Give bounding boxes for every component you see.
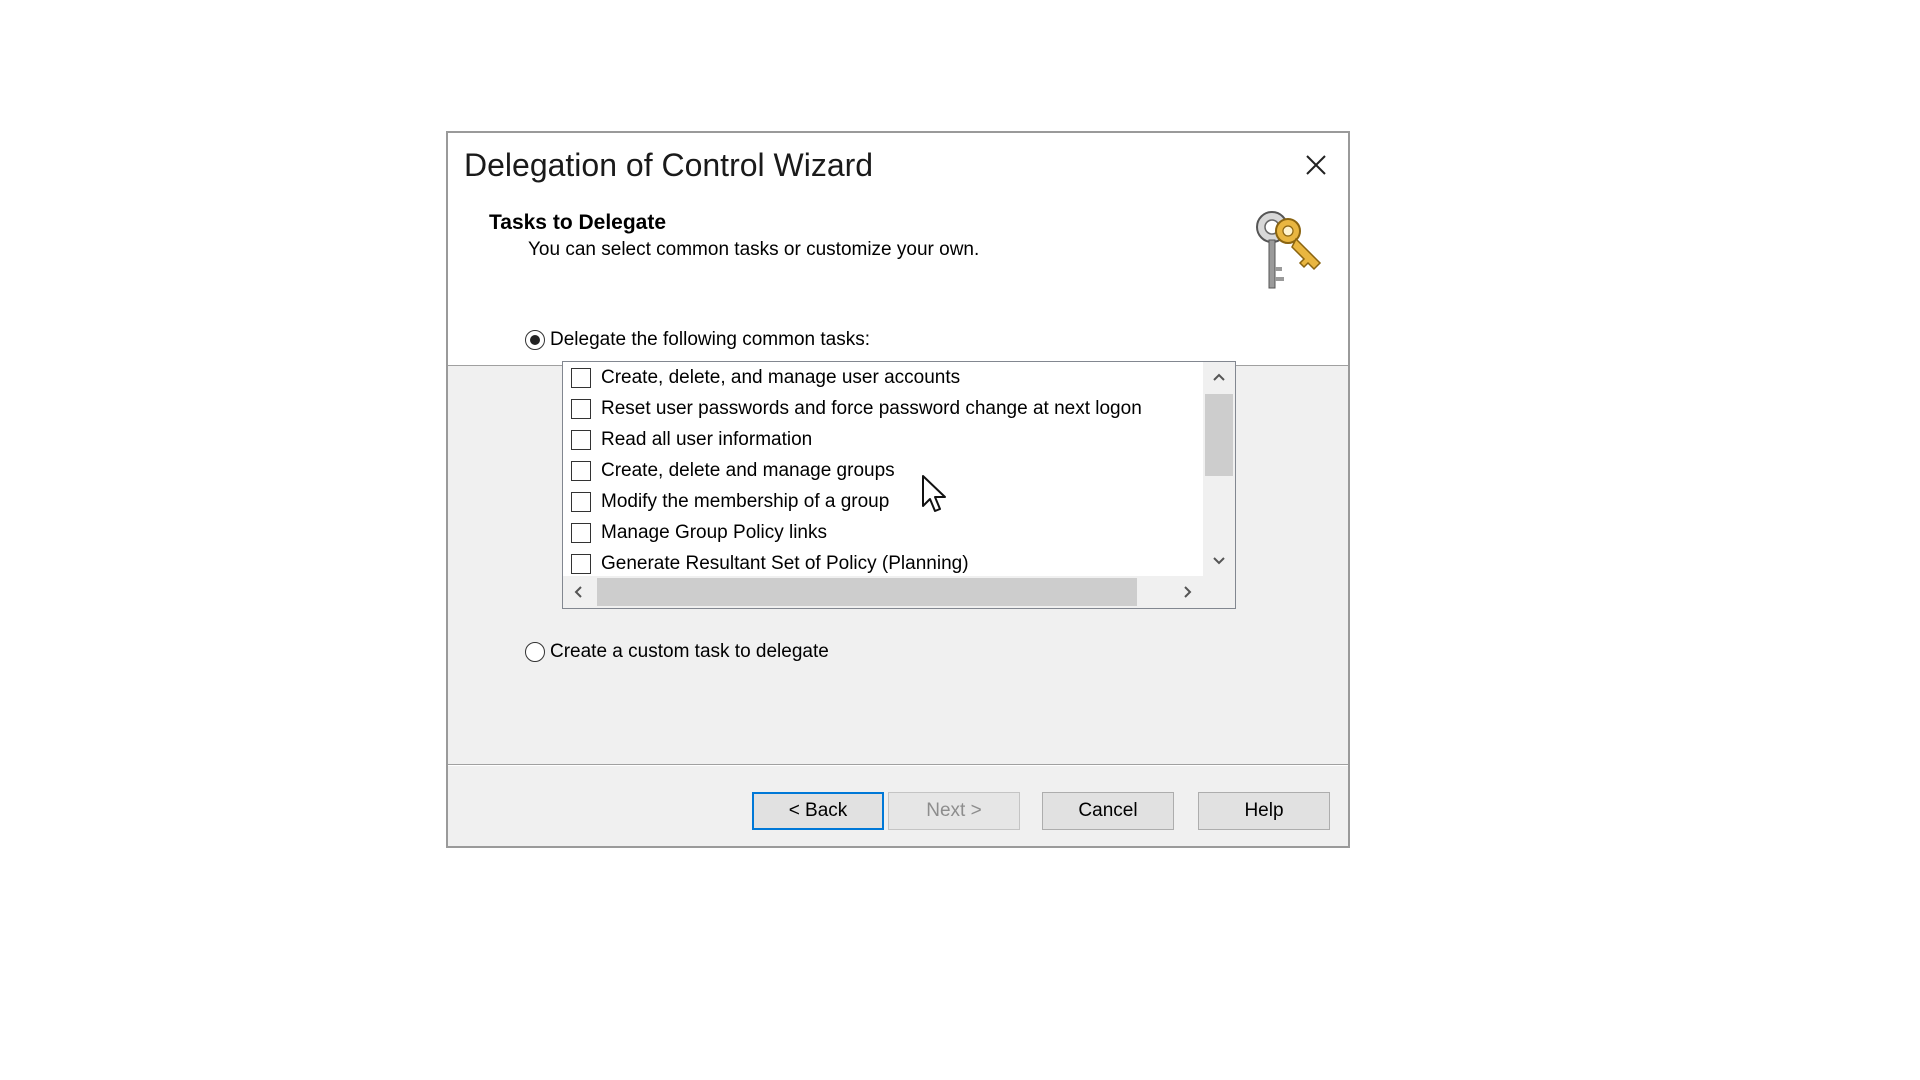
chevron-up-icon [1213, 373, 1225, 381]
task-label: Reset user passwords and force password … [601, 397, 1142, 419]
horizontal-scroll-thumb[interactable] [597, 578, 1137, 606]
task-item[interactable]: Modify the membership of a group [563, 486, 1203, 517]
chevron-right-icon [1184, 586, 1192, 598]
task-listbox[interactable]: Create, delete, and manage user accounts… [562, 361, 1236, 609]
task-checkbox[interactable] [571, 491, 591, 512]
task-label: Manage Group Policy links [601, 521, 827, 543]
close-icon [1306, 155, 1326, 175]
task-label: Generate Resultant Set of Policy (Planni… [601, 552, 969, 574]
scrollbar-corner [1203, 576, 1235, 608]
task-checkbox[interactable] [571, 367, 591, 388]
scroll-right-button[interactable] [1173, 576, 1203, 608]
radio-common-tasks-label: Delegate the following common tasks: [550, 329, 870, 350]
horizontal-scrollbar[interactable] [563, 576, 1203, 608]
scroll-left-button[interactable] [563, 576, 593, 608]
scroll-down-button[interactable] [1203, 546, 1235, 576]
task-item[interactable]: Create, delete, and manage user accounts [563, 362, 1203, 393]
task-checkbox[interactable] [571, 522, 591, 543]
page-title: Tasks to Delegate [489, 211, 667, 234]
radio-custom-task[interactable]: Create a custom task to delegate [525, 641, 829, 663]
wizard-dialog: Delegation of Control Wizard Tasks to De… [446, 131, 1350, 848]
task-item[interactable]: Generate Resultant Set of Policy (Planni… [563, 548, 1203, 579]
radio-button[interactable] [525, 642, 545, 662]
radio-common-tasks[interactable]: Delegate the following common tasks: [525, 329, 870, 351]
page-subtitle: You can select common tasks or customize… [528, 239, 980, 260]
radio-custom-task-label: Create a custom task to delegate [550, 641, 829, 662]
footer-separator [448, 764, 1348, 766]
chevron-down-icon [1213, 557, 1225, 565]
task-item[interactable]: Create, delete and manage groups [563, 455, 1203, 486]
radio-selected-dot [530, 335, 540, 345]
window-title: Delegation of Control Wizard [464, 147, 874, 183]
task-label: Create, delete and manage groups [601, 459, 895, 481]
vertical-scroll-thumb[interactable] [1205, 394, 1233, 476]
task-item[interactable]: Manage Group Policy links [563, 517, 1203, 548]
scroll-up-button[interactable] [1203, 362, 1235, 392]
task-item[interactable]: Read all user information [563, 424, 1203, 455]
help-button[interactable]: Help [1198, 792, 1330, 830]
chevron-left-icon [574, 586, 582, 598]
mouse-cursor-icon [922, 475, 946, 512]
close-button[interactable] [1294, 145, 1338, 185]
task-list: Create, delete, and manage user accounts… [563, 362, 1203, 576]
title-bar: Delegation of Control Wizard [448, 133, 1348, 201]
task-label: Modify the membership of a group [601, 490, 890, 512]
task-checkbox[interactable] [571, 553, 591, 574]
radio-button[interactable] [525, 330, 545, 350]
task-item[interactable]: Reset user passwords and force password … [563, 393, 1203, 424]
task-label: Create, delete, and manage user accounts [601, 366, 961, 388]
task-label: Read all user information [601, 428, 813, 450]
vertical-scrollbar[interactable] [1203, 362, 1235, 576]
back-button[interactable]: < Back [752, 792, 884, 830]
task-checkbox[interactable] [571, 398, 591, 419]
next-button[interactable]: Next > [888, 792, 1020, 830]
task-checkbox[interactable] [571, 460, 591, 481]
task-checkbox[interactable] [571, 429, 591, 450]
keys-icon [1256, 211, 1322, 289]
cancel-button[interactable]: Cancel [1042, 792, 1174, 830]
